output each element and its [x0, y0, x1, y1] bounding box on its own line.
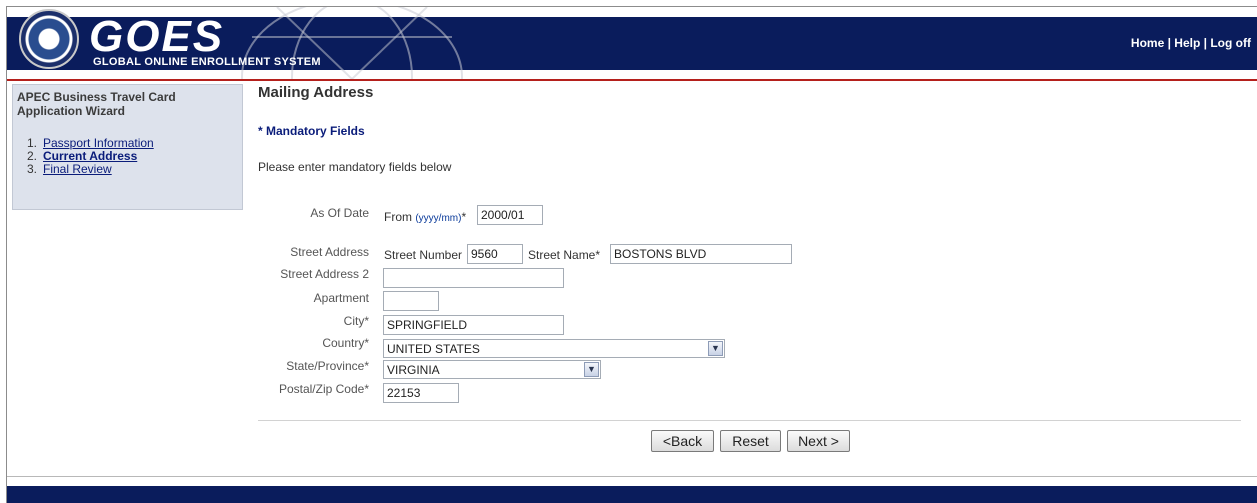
street-address-label: Street Address — [290, 245, 369, 259]
page-frame: ✦ GOES GLOBAL ONLINE ENROLLMENT SYSTEM H… — [6, 6, 1257, 503]
as-of-date-label: As Of Date — [310, 206, 369, 220]
chevron-down-icon[interactable]: ▼ — [708, 341, 723, 356]
footer-bar — [7, 486, 1257, 503]
street-name-input[interactable]: BOSTONS BLVD — [610, 244, 792, 264]
wizard-steps: 1. Passport Information 2. Current Address… — [27, 137, 238, 176]
instructions-text: Please enter mandatory fields below — [258, 160, 452, 174]
country-select-value: UNITED STATES — [387, 342, 480, 356]
header-banner: ✦ GOES GLOBAL ONLINE ENROLLMENT SYSTEM H… — [7, 7, 1257, 79]
date-format-hint: (yyyy/mm) — [415, 213, 462, 224]
state-select-value: VIRGINIA — [387, 363, 440, 377]
wizard-step-link[interactable]: Passport Information — [43, 136, 154, 150]
wizard-sidebar: APEC Business Travel Card Application Wi… — [12, 84, 243, 210]
eagle-icon: ✦ — [42, 30, 56, 47]
app-logo-title: GOES — [89, 12, 225, 61]
postal-code-input[interactable]: 22153 — [383, 383, 459, 403]
wizard-step-review: 3. Final Review — [27, 162, 112, 176]
country-label: Country* — [322, 336, 369, 350]
chevron-down-icon[interactable]: ▼ — [584, 362, 599, 377]
street-name-label: Street Name* — [528, 248, 601, 262]
reset-button[interactable]: Reset — [720, 430, 781, 452]
top-links: Home | Help | Log off — [1131, 36, 1251, 50]
footer-divider — [7, 476, 1257, 477]
wizard-step-link[interactable]: Final Review — [43, 162, 112, 176]
street-number-input[interactable]: 9560 — [467, 244, 523, 264]
wizard-step-link-current[interactable]: Current Address — [43, 149, 137, 163]
as-of-date-input[interactable]: 2000/01 — [477, 205, 543, 225]
street-address-2-label: Street Address 2 — [280, 267, 369, 281]
app-logo-subtitle: GLOBAL ONLINE ENROLLMENT SYSTEM — [93, 56, 321, 68]
street-number-label: Street Number — [384, 248, 463, 262]
apartment-label: Apartment — [313, 291, 369, 305]
dhs-seal-icon: ✦ — [19, 9, 79, 69]
wizard-title: APEC Business Travel Card Application Wi… — [17, 90, 176, 118]
page-title: Mailing Address — [258, 84, 374, 101]
form-divider — [258, 420, 1241, 421]
home-link[interactable]: Home — [1131, 36, 1164, 50]
country-select[interactable]: UNITED STATES ▼ — [383, 339, 725, 358]
state-select[interactable]: VIRGINIA ▼ — [383, 360, 601, 379]
apartment-input[interactable] — [383, 291, 439, 311]
postal-code-label: Postal/Zip Code* — [278, 382, 369, 396]
city-label: City* — [343, 314, 369, 328]
log-off-link[interactable]: Log off — [1210, 36, 1251, 50]
header-divider — [7, 79, 1257, 81]
city-input[interactable]: SPRINGFIELD — [383, 315, 564, 335]
next-button[interactable]: Next > — [787, 430, 850, 452]
mandatory-fields-note: * Mandatory Fields — [258, 124, 365, 138]
help-link[interactable]: Help — [1174, 36, 1200, 50]
back-button[interactable]: <Back — [651, 430, 714, 452]
as-of-date-from: From (yyyy/mm)* — [384, 210, 467, 224]
link-separator: | — [1200, 36, 1211, 50]
globe-graphic-icon — [241, 7, 463, 79]
state-label: State/Province* — [286, 359, 369, 373]
link-separator: | — [1164, 36, 1175, 50]
street-address-2-input[interactable] — [383, 268, 564, 288]
